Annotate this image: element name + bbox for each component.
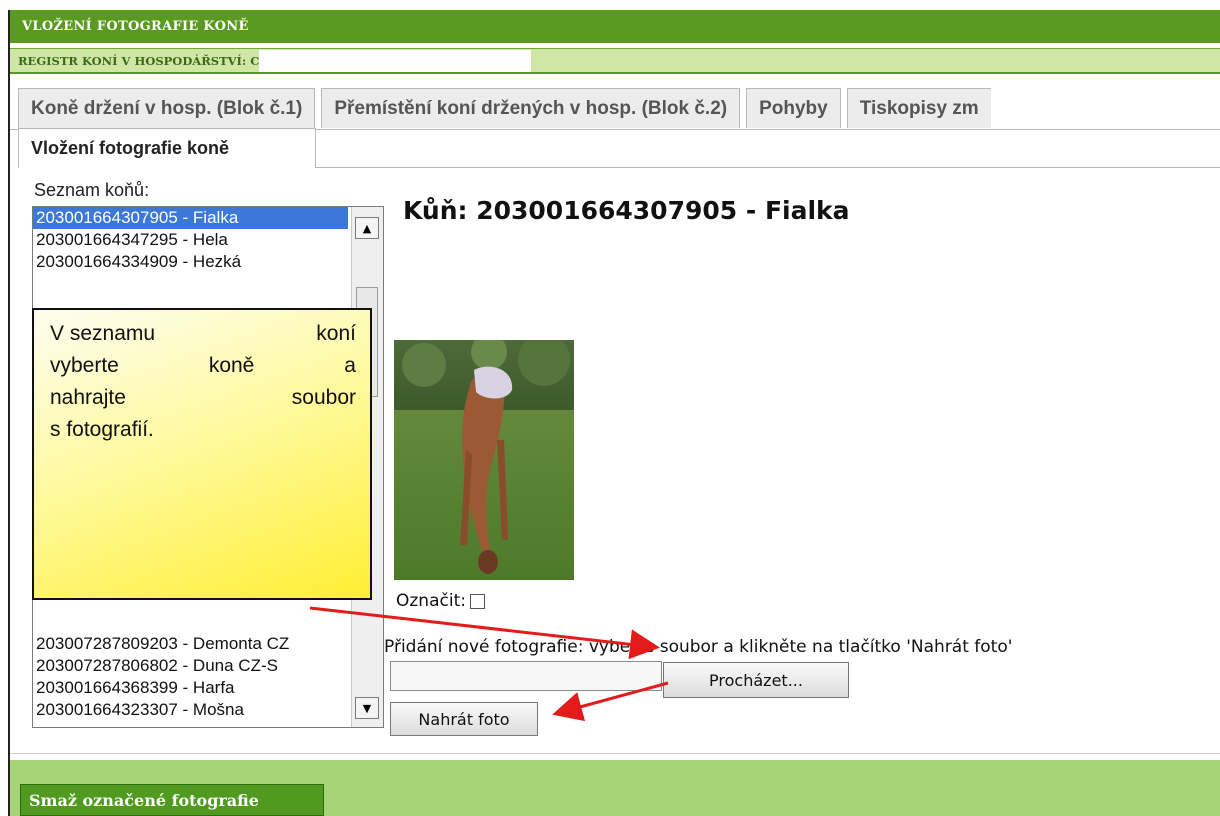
scroll-up-icon[interactable]: ▲: [355, 217, 379, 239]
callout-word: nahrajte: [50, 386, 126, 409]
list-item[interactable]: 203001664323307 - Mošna: [33, 699, 348, 721]
list-item[interactable]: 203007287809203 - Demonta CZ: [33, 633, 348, 655]
footer-divider: [10, 753, 1220, 754]
callout-line: vyberte koně a: [50, 350, 356, 382]
callout-line: nahrajte soubor: [50, 382, 356, 414]
upload-photo-button[interactable]: Nahrát foto: [390, 702, 538, 736]
callout-word: soubor: [291, 386, 356, 409]
callout-word: s fotografií.: [50, 418, 154, 441]
mark-checkbox-row: Označit:: [396, 591, 485, 611]
list-item[interactable]: 203001664347295 - Hela: [33, 229, 348, 251]
horse-photo[interactable]: [394, 340, 574, 580]
callout-word: vyberte: [50, 354, 119, 377]
subheader-label: REGISTR KONÍ V HOSPODÁŘSTVÍ: C: [18, 53, 260, 68]
tab-movements[interactable]: Pohyby: [746, 88, 841, 128]
list-bottom-group: 203007287809203 - Demonta CZ 20300728780…: [33, 633, 351, 721]
list-item[interactable]: 203001664368399 - Harfa: [33, 677, 348, 699]
upload-hint: Přidání nové fotografie: vyberte soubor …: [384, 637, 1013, 657]
horse-heading: Kůň: 203001664307905 - Fialka: [403, 196, 850, 225]
list-item[interactable]: 203001664334909 - Hezká: [33, 251, 348, 273]
callout-line: s fotografií.: [50, 414, 356, 446]
subtab-divider: [316, 167, 1220, 168]
instruction-callout: V seznamu koní vyberte koně a nahrajte s…: [32, 308, 372, 600]
delete-marked-photos-button[interactable]: Smaž označené fotografie: [20, 784, 324, 816]
page-title: VLOŽENÍ FOTOGRAFIE KONĚ: [10, 10, 1220, 43]
callout-word: a: [344, 354, 356, 377]
redaction-mask: [259, 49, 532, 72]
mark-label: Označit:: [396, 591, 466, 611]
mark-checkbox[interactable]: [469, 593, 485, 609]
file-path-input[interactable]: [390, 661, 662, 691]
horse-photo-image: [394, 340, 574, 580]
tab-forms[interactable]: Tiskopisy zm: [846, 88, 991, 128]
tab-upload-photo[interactable]: Vložení fotografie koně: [18, 128, 316, 168]
subheader: REGISTR KONÍ V HOSPODÁŘSTVÍ: C: [10, 48, 1220, 74]
list-item[interactable]: 203001664307905 - Fialka: [33, 207, 348, 229]
list-item[interactable]: 203007287806802 - Duna CZ-S: [33, 655, 348, 677]
scroll-down-icon[interactable]: ▼: [355, 697, 379, 719]
horse-list-label: Seznam koňů:: [34, 180, 150, 200]
callout-word: koně: [208, 354, 255, 377]
browse-button[interactable]: Procházet...: [663, 662, 849, 698]
tab-horse-transfer[interactable]: Přemístění koní držených v hosp. (Blok č…: [321, 88, 741, 128]
main-tabs: Koně držení v hosp. (Blok č.1) Přemístěn…: [18, 88, 997, 130]
callout-word: V seznamu: [50, 322, 156, 345]
tab-horses-held[interactable]: Koně držení v hosp. (Blok č.1): [18, 88, 316, 128]
callout-word: koní: [316, 322, 356, 345]
callout-line: V seznamu koní: [50, 318, 356, 350]
